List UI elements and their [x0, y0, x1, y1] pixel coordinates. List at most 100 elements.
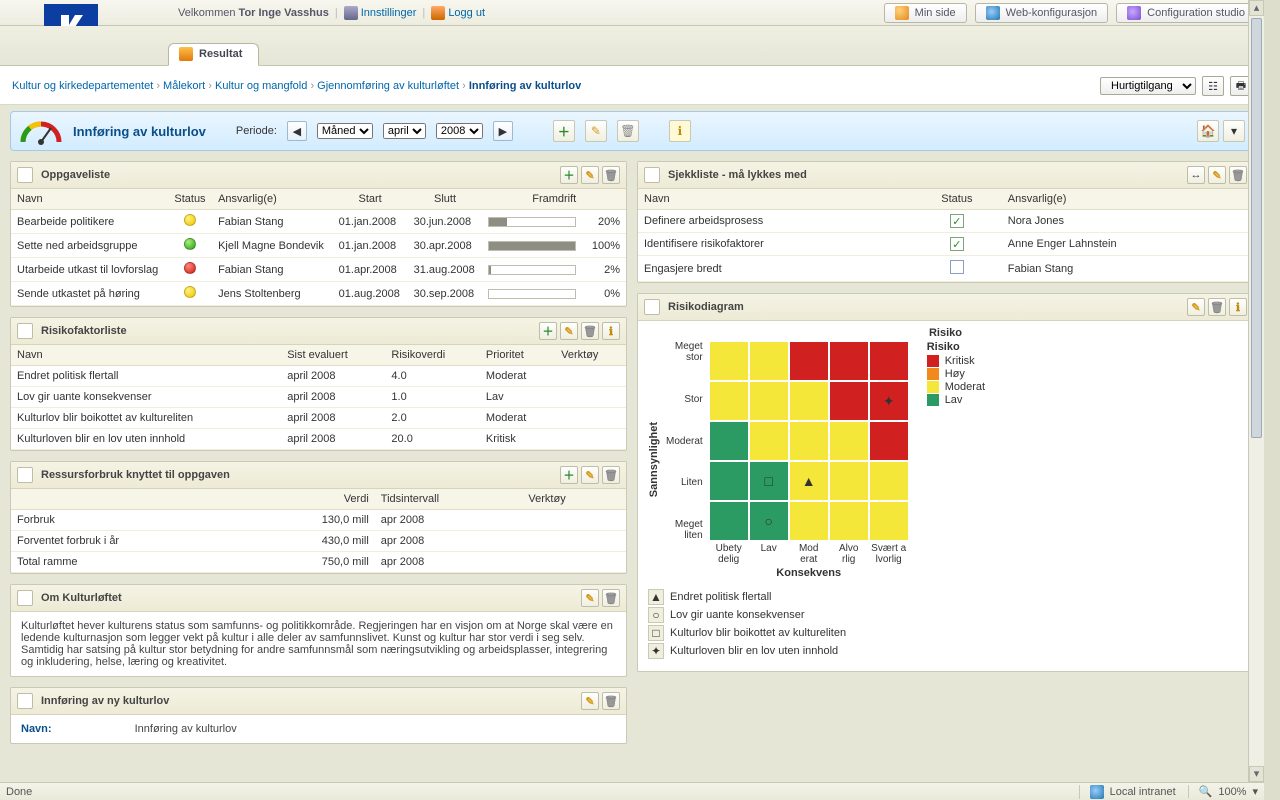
diagram-info[interactable]: ℹ: [1229, 298, 1247, 316]
risk-point: ✦: [883, 394, 895, 408]
checklist-title: Sjekkliste - må lykkes med: [668, 169, 807, 181]
period-prev[interactable]: ◀: [287, 121, 307, 141]
globe-icon: [986, 6, 1000, 20]
welcome-text: Velkommen Tor Inge Vasshus: [178, 7, 329, 19]
checkbox[interactable]: ✓: [950, 214, 964, 228]
status-dot: [184, 238, 196, 250]
resource-icon: [17, 467, 33, 483]
table-row[interactable]: Kulturloven blir en lov uten innholdapri…: [11, 429, 626, 450]
period-year[interactable]: 2008: [436, 123, 483, 139]
risks-info[interactable]: ℹ: [602, 322, 620, 340]
table-row[interactable]: Forbruk130,0 millapr 2008: [11, 510, 626, 531]
details-name-label: Navn:: [21, 723, 52, 735]
breadcrumb-link[interactable]: Gjennomføring av kulturløftet: [317, 80, 459, 92]
chart-title: Risiko: [648, 327, 1243, 339]
risk-point: ▲: [802, 474, 816, 488]
details-panel: Innføring av ny kulturlov ✎ 🗑 Navn: Innf…: [10, 687, 627, 744]
config-studio-button[interactable]: Configuration studio: [1116, 3, 1256, 23]
breadcrumb: Kultur og kirkedepartementet › Målekort …: [12, 80, 581, 92]
resources-edit[interactable]: ✎: [581, 466, 599, 484]
progress-bar: [488, 241, 576, 251]
gear-icon: [1127, 6, 1141, 20]
about-title: Om Kulturløftet: [41, 592, 122, 604]
quick-access-dropdown[interactable]: Hurtigtilgang: [1100, 77, 1196, 95]
table-row[interactable]: Utarbeide utkast til lovforslag Fabian S…: [11, 258, 626, 282]
table-row[interactable]: Total ramme750,0 millapr 2008: [11, 552, 626, 573]
delete-button[interactable]: 🗑: [617, 120, 639, 142]
table-row[interactable]: Endret politisk flertallapril 20084.0Mod…: [11, 366, 626, 387]
org-chart-icon[interactable]: ☷: [1202, 76, 1224, 96]
col-name: Navn: [11, 345, 281, 366]
resources-delete[interactable]: 🗑: [602, 466, 620, 484]
about-panel: Om Kulturløftet ✎ 🗑 Kulturløftet hever k…: [10, 584, 627, 677]
checklist-collapse[interactable]: ↔: [1187, 166, 1205, 184]
col-responsible: Ansvarlig(e): [1002, 189, 1253, 210]
my-page-button[interactable]: Min side: [884, 3, 967, 23]
resources-add[interactable]: ＋: [560, 466, 578, 484]
tasks-add[interactable]: ＋: [560, 166, 578, 184]
tasks-delete[interactable]: 🗑: [602, 166, 620, 184]
home-dropdown[interactable]: ▾: [1223, 120, 1245, 142]
table-row[interactable]: Definere arbeidsprosess ✓ Nora Jones: [638, 210, 1253, 233]
col-tools: Verktøy: [522, 489, 626, 510]
checkbox[interactable]: ✓: [950, 237, 964, 251]
about-edit[interactable]: ✎: [581, 589, 599, 607]
checklist-edit[interactable]: ✎: [1208, 166, 1226, 184]
tab-row: Resultat: [0, 26, 1264, 66]
resources-panel: Ressursforbruk knyttet til oppgaven ＋ ✎ …: [10, 461, 627, 574]
status-dot: [184, 262, 196, 274]
chart-icon: [179, 47, 193, 61]
add-button[interactable]: ＋: [553, 120, 575, 142]
info-button[interactable]: ℹ: [669, 120, 691, 142]
diagram-delete[interactable]: 🗑: [1208, 298, 1226, 316]
tab-resultat[interactable]: Resultat: [168, 43, 259, 66]
period-next[interactable]: ▶: [493, 121, 513, 141]
breadcrumb-link[interactable]: Kultur og kirkedepartementet: [12, 80, 153, 92]
details-delete[interactable]: 🗑: [602, 692, 620, 710]
checkbox[interactable]: [950, 260, 964, 274]
col-status: Status: [912, 189, 1002, 210]
table-row[interactable]: Bearbeide politikere Fabian Stang 01.jan…: [11, 210, 626, 234]
table-row[interactable]: Forventet forbruk i år430,0 millapr 2008: [11, 531, 626, 552]
tasks-edit[interactable]: ✎: [581, 166, 599, 184]
risks-edit[interactable]: ✎: [560, 322, 578, 340]
status-dot: [184, 214, 196, 226]
risks-delete[interactable]: 🗑: [581, 322, 599, 340]
globe-icon: [1090, 785, 1104, 799]
diagram-edit[interactable]: ✎: [1187, 298, 1205, 316]
period-month[interactable]: april: [383, 123, 426, 139]
risks-title: Risikofaktorliste: [41, 325, 127, 337]
page-title: Innføring av kulturlov: [73, 124, 206, 139]
table-row[interactable]: Sende utkastet på høring Jens Stoltenber…: [11, 282, 626, 306]
risk-item-legend: ▲Endret politisk flertall○Lov gir uante …: [648, 589, 1243, 659]
details-edit[interactable]: ✎: [581, 692, 599, 710]
col-interval: Tidsintervall: [375, 489, 523, 510]
col-value: Verdi: [251, 489, 375, 510]
logout-link[interactable]: Logg ut: [431, 6, 485, 20]
col-end: Slutt: [408, 189, 483, 210]
web-config-button[interactable]: Web-konfigurasjon: [975, 3, 1109, 23]
period-bar: Innføring av kulturlov Periode: ◀ Måned …: [10, 111, 1254, 151]
table-row[interactable]: Engasjere bredt Fabian Stang: [638, 256, 1253, 282]
table-row[interactable]: Lov gir uante konsekvenserapril 20081.0L…: [11, 387, 626, 408]
breadcrumb-link[interactable]: Målekort: [163, 80, 205, 92]
breadcrumb-link[interactable]: Kultur og mangfold: [215, 80, 307, 92]
top-bar: Velkommen Tor Inge Vasshus | Innstilling…: [0, 0, 1264, 26]
settings-link[interactable]: Innstillinger: [344, 6, 417, 20]
risk-point: □: [764, 474, 772, 488]
home-button[interactable]: 🏠: [1197, 120, 1219, 142]
edit-button[interactable]: ✎: [585, 120, 607, 142]
checklist-icon: [644, 167, 660, 183]
checklist-delete[interactable]: 🗑: [1229, 166, 1247, 184]
status-bar: Done Local intranet 🔍100% ▾: [0, 782, 1264, 800]
risks-add[interactable]: ＋: [539, 322, 557, 340]
table-row[interactable]: Kulturlov blir boikottet av kultureliten…: [11, 408, 626, 429]
vertical-scrollbar[interactable]: ▴▾: [1248, 0, 1264, 782]
table-row[interactable]: Identifisere risikofaktorer ✓ Anne Enger…: [638, 233, 1253, 256]
table-row[interactable]: Sette ned arbeidsgruppe Kjell Magne Bond…: [11, 234, 626, 258]
col-evaluated: Sist evaluert: [281, 345, 385, 366]
status-zoom[interactable]: 🔍100% ▾: [1188, 785, 1258, 798]
about-delete[interactable]: 🗑: [602, 589, 620, 607]
risk-matrix: ✦□▲○: [709, 341, 909, 541]
period-granularity[interactable]: Måned: [317, 123, 373, 139]
